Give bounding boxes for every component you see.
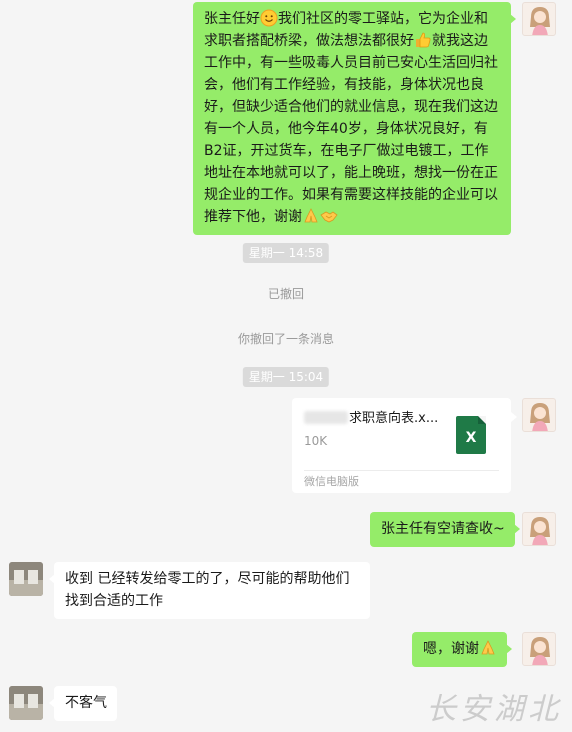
message-text: 嗯，谢谢: [423, 641, 479, 657]
file-message-card[interactable]: 求职意向表.x... 10K X 微信电脑版: [292, 398, 517, 493]
building-avatar-icon: [9, 562, 43, 596]
sent-message-bubble[interactable]: 张主任好 我们社区的零工驿站，它为企业和求职者搭配桥梁，做法想法都很好 就我这边工作…: [193, 2, 516, 235]
sent-message-bubble[interactable]: 嗯，谢谢: [412, 632, 512, 667]
timestamp: 星期一 14:58: [242, 243, 330, 263]
timestamp: 星期一 15:04: [242, 367, 330, 387]
my-avatar[interactable]: [522, 2, 556, 36]
contact-avatar[interactable]: [9, 562, 43, 596]
smile-emoji-icon: [260, 9, 278, 27]
message-text: 张主任好: [204, 11, 260, 27]
file-size: 10K: [304, 434, 328, 448]
received-message-bubble[interactable]: 不客气: [49, 686, 117, 721]
building-avatar-icon: [9, 686, 43, 720]
chat-window: 张主任好 我们社区的零工驿站，它为企业和求职者搭配桥梁，做法想法都很好 就我这边工作…: [0, 0, 572, 732]
handshake-emoji-icon: [320, 211, 338, 223]
message-text: 就我这边工作中，有一些吸毒人员目前已安心生活回归社会，他们有工作经验，有技能，身…: [204, 33, 498, 225]
divider: [304, 470, 499, 471]
my-avatar[interactable]: [522, 398, 556, 432]
excel-file-icon: X: [456, 416, 486, 454]
recalled-notice: 你撤回了一条消息: [237, 332, 334, 346]
folded-hands-emoji-icon: [481, 640, 495, 655]
file-source-label: 微信电脑版: [304, 475, 359, 488]
girl-avatar-icon: [530, 403, 550, 431]
message-text: 不客气: [65, 695, 107, 711]
watermark: 长安湖北: [426, 692, 562, 727]
blurred-filename-prefix: [304, 411, 348, 424]
girl-avatar-icon: [530, 517, 550, 545]
message-text: 收到 已经转发给零工的了，尽可能的帮助他们找到合适的工作: [65, 571, 350, 609]
my-avatar[interactable]: [522, 632, 556, 666]
received-message-bubble[interactable]: 收到 已经转发给零工的了，尽可能的帮助他们找到合适的工作: [49, 562, 370, 619]
contact-avatar[interactable]: [9, 686, 43, 720]
girl-avatar-icon: [530, 7, 550, 35]
recalled-notice: 已撤回: [267, 287, 304, 301]
thumbs-up-emoji-icon: [416, 32, 431, 48]
folded-hands-emoji-icon: [304, 208, 318, 223]
file-name: 求职意向表.x...: [304, 410, 438, 428]
my-avatar[interactable]: [522, 512, 556, 546]
girl-avatar-icon: [530, 637, 550, 665]
message-text: 张主任有空请查收~: [381, 521, 505, 537]
sent-message-bubble[interactable]: 张主任有空请查收~: [370, 512, 520, 547]
